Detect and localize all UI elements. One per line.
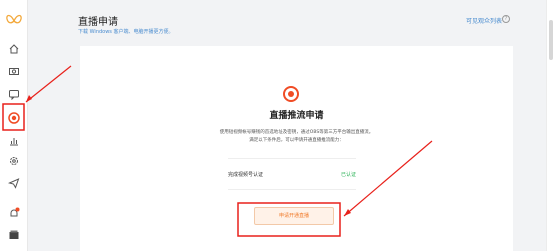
scroll-thumb[interactable] [549, 20, 553, 60]
sidebar-item-live[interactable] [5, 110, 23, 126]
view-list-link[interactable]: 可见观众列表 [466, 16, 502, 25]
section-heading: 直播推流申请 [269, 111, 324, 121]
paper-plane-icon[interactable] [8, 177, 20, 189]
apply-live-button[interactable]: 申请开通直播 [254, 207, 334, 225]
home-icon[interactable] [8, 43, 20, 55]
chart-icon[interactable] [8, 135, 20, 147]
header: 直播申请 下载 Windows 客户端、电脑开播更方便。 可见观众列表 ? [28, 0, 546, 44]
requirement-status: 已认证 [340, 172, 356, 178]
settings-icon[interactable] [8, 155, 20, 167]
requirement-row: 完成视频号认证 已认证 [228, 158, 356, 190]
scrollbar[interactable] [546, 0, 554, 251]
page-title: 直播申请 [78, 17, 118, 28]
description-line-1: 使用短视频帐号赚钱的首选地址及密钥，通过OBS等第三方平台输出直播流。 [219, 130, 374, 135]
annotation-arrow-sidebar [25, 65, 72, 103]
wallet-icon[interactable] [8, 229, 20, 241]
butterfly-logo[interactable] [6, 12, 22, 28]
requirement-label: 完成视频号认证 [228, 172, 264, 178]
sidebar [0, 0, 28, 251]
live-icon [283, 86, 299, 102]
help-icon[interactable]: ? [502, 15, 510, 23]
message-icon[interactable] [8, 88, 20, 100]
notification-icon[interactable] [8, 207, 20, 219]
description-line-2: 满足以下条件后，可以申请开通直播推流能力： [249, 138, 344, 143]
content-card: 直播推流申请 使用短视频帐号赚钱的首选地址及密钥，通过OBS等第三方平台输出直播… [80, 46, 513, 251]
camera-icon[interactable] [8, 65, 20, 77]
download-client-link[interactable]: 下载 Windows 客户端、电脑开播更方便。 [78, 28, 174, 35]
